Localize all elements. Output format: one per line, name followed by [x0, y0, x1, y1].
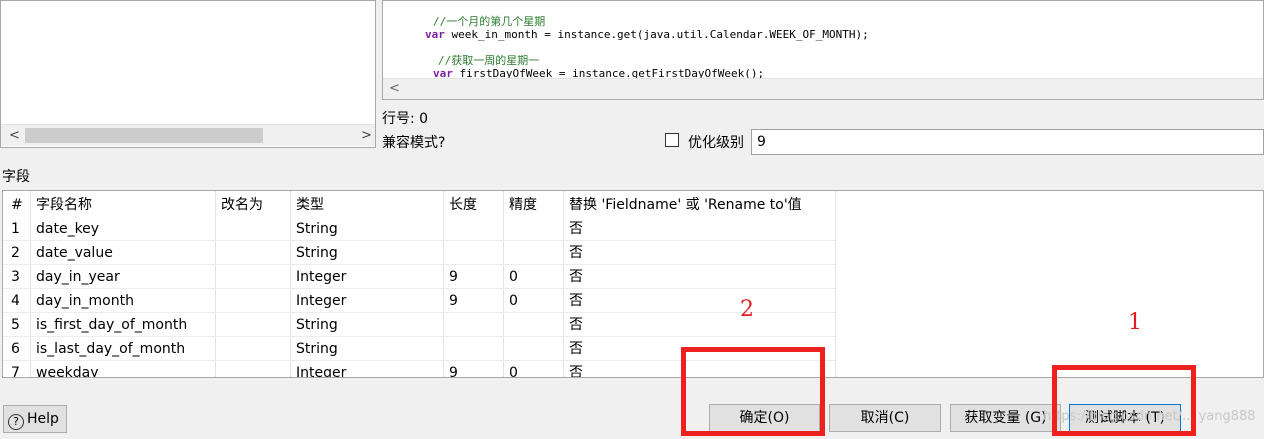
line-number-label: 行号: 0: [382, 111, 429, 127]
cell-index[interactable]: 1: [6, 217, 30, 241]
fields-table[interactable]: # 字段名称 改名为 类型 长度 精度 替换 'Fieldname' 或 'Re…: [2, 190, 1264, 378]
cell-replace[interactable]: 否: [564, 289, 835, 313]
optimization-level-input[interactable]: 9: [751, 129, 1264, 155]
annotation-number-2: 2: [740, 297, 754, 322]
cell-field-name[interactable]: day_in_month: [31, 289, 215, 313]
compat-mode-label: 兼容模式?: [382, 135, 446, 151]
cell-replace[interactable]: 否: [564, 313, 835, 337]
scroll-left-arrow-icon[interactable]: <: [389, 79, 400, 99]
cell-type[interactable]: Integer: [291, 265, 443, 289]
scrollbar-thumb[interactable]: [25, 128, 263, 143]
compat-mode-checkbox[interactable]: [665, 133, 679, 147]
column-header-field-name[interactable]: 字段名称: [31, 193, 215, 217]
table-row[interactable]: 5 is_first_day_of_month String 否: [3, 313, 1263, 337]
help-icon: ?: [8, 414, 24, 430]
cell-type[interactable]: String: [291, 337, 443, 361]
cell-precision[interactable]: 0: [504, 361, 563, 377]
table-row[interactable]: 4 day_in_month Integer 9 0 否: [3, 289, 1263, 313]
column-header-index[interactable]: #: [6, 193, 30, 217]
cell-index[interactable]: 6: [6, 337, 30, 361]
help-button[interactable]: ? Help: [3, 405, 67, 433]
cell-field-name[interactable]: is_last_day_of_month: [31, 337, 215, 361]
cell-field-name[interactable]: date_key: [31, 217, 215, 241]
cell-type[interactable]: Integer: [291, 289, 443, 313]
cell-field-name[interactable]: day_in_year: [31, 265, 215, 289]
column-header-type[interactable]: 类型: [291, 193, 443, 217]
cell-index[interactable]: 3: [6, 265, 30, 289]
table-row[interactable]: 7 weekday Integer 9 0 否: [3, 361, 1263, 377]
cell-index[interactable]: 2: [6, 241, 30, 265]
annotation-number-1: 1: [1128, 310, 1142, 335]
cell-type[interactable]: String: [291, 313, 443, 337]
cell-replace[interactable]: 否: [564, 361, 835, 377]
scroll-right-arrow-icon[interactable]: >: [361, 126, 372, 146]
cell-replace[interactable]: 否: [564, 217, 835, 241]
optimization-level-label: 优化级别: [688, 135, 744, 151]
cell-type[interactable]: String: [291, 241, 443, 265]
scroll-left-arrow-icon[interactable]: <: [9, 126, 20, 146]
column-header-length[interactable]: 长度: [444, 193, 503, 217]
cell-replace[interactable]: 否: [564, 241, 835, 265]
cancel-button[interactable]: 取消(C): [829, 404, 941, 432]
cell-precision[interactable]: 0: [504, 289, 563, 313]
cell-type[interactable]: Integer: [291, 361, 443, 377]
cell-index[interactable]: 7: [6, 361, 30, 377]
code-line: //获取一周的星期一: [438, 54, 540, 67]
table-row[interactable]: 3 day_in_year Integer 9 0 否: [3, 265, 1263, 289]
fields-section-title: 字段: [2, 169, 30, 185]
column-header-precision[interactable]: 精度: [504, 193, 563, 217]
tree-horizontal-scrollbar[interactable]: < >: [1, 124, 375, 146]
cell-index[interactable]: 4: [6, 289, 30, 313]
column-header-replace[interactable]: 替换 'Fieldname' 或 'Rename to'值: [564, 193, 835, 217]
cell-length[interactable]: 9: [444, 361, 503, 377]
ok-button[interactable]: 确定(O): [709, 404, 820, 432]
editor-horizontal-scrollbar[interactable]: <: [383, 78, 1263, 99]
cell-precision[interactable]: 0: [504, 265, 563, 289]
table-row[interactable]: 1 date_key String 否: [3, 217, 1263, 241]
cell-field-name[interactable]: weekday: [31, 361, 215, 377]
cell-length[interactable]: 9: [444, 265, 503, 289]
code-line: var week_in_month = instance.get(java.ut…: [425, 28, 869, 41]
watermark: https://blog.csdn.net/... yang888: [1043, 409, 1256, 424]
cell-type[interactable]: String: [291, 217, 443, 241]
cell-index[interactable]: 5: [6, 313, 30, 337]
cell-replace[interactable]: 否: [564, 265, 835, 289]
help-button-label: Help: [27, 411, 59, 427]
cell-replace[interactable]: 否: [564, 337, 835, 361]
cell-field-name[interactable]: is_first_day_of_month: [31, 313, 215, 337]
cell-length[interactable]: 9: [444, 289, 503, 313]
cell-field-name[interactable]: date_value: [31, 241, 215, 265]
table-row[interactable]: 2 date_value String 否: [3, 241, 1263, 265]
code-line: //一个月的第几个星期: [433, 15, 546, 28]
column-header-rename-to[interactable]: 改名为: [216, 193, 290, 217]
table-row[interactable]: 6 is_last_day_of_month String 否: [3, 337, 1263, 361]
